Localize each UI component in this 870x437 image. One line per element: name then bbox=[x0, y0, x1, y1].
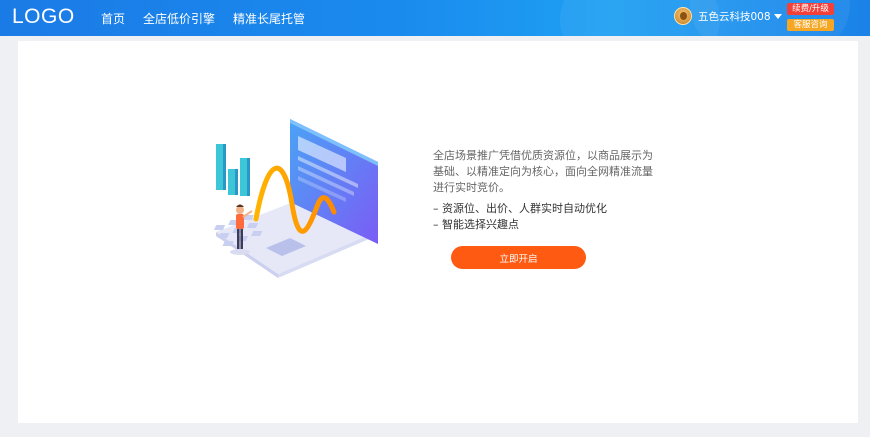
nav-home[interactable]: 首页 bbox=[101, 10, 125, 27]
feature-bullets: – 资源位、出价、人群实时自动优化 – 智能选择兴趣点 bbox=[433, 201, 673, 233]
laptop-illustration bbox=[213, 119, 378, 278]
user-menu[interactable]: 五色云科技008 bbox=[674, 7, 782, 25]
main-nav: 首页 全店低价引擎 精准长尾托管 bbox=[101, 0, 323, 36]
main-content-card: 全店场景推广凭借优质资源位，以商品展示为基础、以精准定向为核心，面向全网精准流量… bbox=[18, 41, 858, 423]
renew-upgrade-button[interactable]: 续费/升级 bbox=[787, 3, 834, 15]
nav-precise-long-tail[interactable]: 精准长尾托管 bbox=[233, 10, 305, 27]
user-avatar-icon bbox=[674, 7, 692, 25]
feature-bullet: – 智能选择兴趣点 bbox=[433, 218, 519, 231]
feature-bullet: – 资源位、出价、人群实时自动优化 bbox=[433, 202, 607, 215]
feature-description: 全店场景推广凭借优质资源位，以商品展示为基础、以精准定向为核心，面向全网精准流量… bbox=[433, 149, 653, 194]
customer-service-button[interactable]: 客服咨询 bbox=[787, 19, 834, 31]
nav-store-low-price-engine[interactable]: 全店低价引擎 bbox=[143, 10, 215, 27]
logo[interactable]: LOGO bbox=[12, 5, 75, 29]
top-navigation-bar: LOGO 首页 全店低价引擎 精准长尾托管 五色云科技008 续费/升级 客服咨… bbox=[0, 0, 870, 36]
start-now-button[interactable]: 立即开启 bbox=[451, 246, 586, 269]
user-name: 五色云科技008 bbox=[698, 10, 771, 23]
caret-down-icon bbox=[773, 13, 782, 19]
